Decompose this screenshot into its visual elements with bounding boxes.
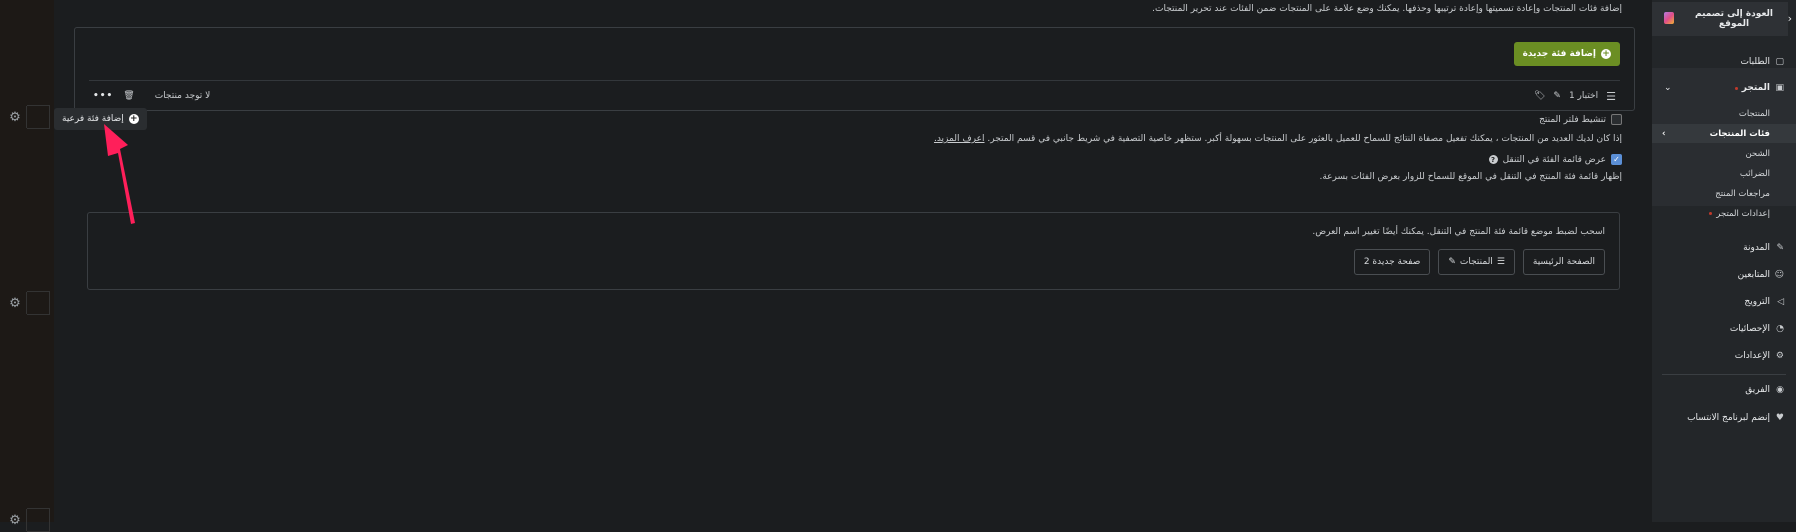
edit-pencil-icon[interactable]: ✎	[1553, 91, 1561, 101]
orders-icon: ▢	[1775, 57, 1784, 67]
back-to-site-design[interactable]: ‹ العودة إلى تصميم الموقع	[1652, 2, 1792, 36]
sidebar-item-store[interactable]: ▣ المتجر ⌄	[1652, 76, 1796, 100]
filter-checkbox[interactable]	[1611, 114, 1622, 125]
nav-menu-toggle[interactable]: ✓ عرض قائمة الفئة في التنقل ?	[1488, 154, 1622, 165]
intro-text: إضافة فئات المنتجات وإعادة تسميتها وإعاد…	[1152, 4, 1622, 14]
sidebar-item-followers[interactable]: ☺ المتابعين	[1652, 263, 1796, 287]
nav-menu-description: إظهار قائمة فئة المنتج في التنقل في المو…	[1319, 172, 1622, 182]
category-list-box: + إضافة فئة جديدة ☰ اختبار 1 ✎ 🏷 ••• 🗑 ل…	[74, 27, 1635, 111]
sidebar-sub-taxes[interactable]: الضرائب	[1652, 164, 1796, 183]
navigation-preview-box: اسحب لضبط موضع قائمة فئة المنتج في التنق…	[87, 212, 1620, 290]
stats-icon: ◔	[1776, 324, 1784, 334]
list-icon: ☰	[1496, 257, 1505, 267]
sidebar-item-affiliate[interactable]: ♥ إنضم لبرنامج الانتساب	[1652, 406, 1796, 430]
nav-help-text: اسحب لضبط موضع قائمة فئة المنتج في التنق…	[1312, 227, 1605, 237]
nav-item-new-page-2[interactable]: صفحة جديدة 2	[1353, 249, 1431, 275]
plus-circle-icon: +	[128, 114, 139, 124]
left-gutter: ⚙ ⚙ ⚙	[0, 0, 54, 532]
sidebar-sub-products[interactable]: المنتجات	[1652, 104, 1796, 123]
gear-icon[interactable]: ⚙	[4, 106, 27, 128]
settings-icon: ⚙	[1775, 351, 1784, 361]
drag-handle-icon[interactable]: ☰	[1606, 90, 1616, 103]
help-icon[interactable]: ?	[1488, 155, 1498, 164]
sidebar-item-stats[interactable]: ◔ الإحصائيات	[1652, 317, 1796, 341]
section-settings-tab[interactable]: ⚙	[0, 508, 54, 532]
sidebar-sub-reviews[interactable]: مراجعات المنتج	[1652, 184, 1796, 203]
main-panel: إضافة فئات المنتجات وإعادة تسميتها وإعاد…	[54, 0, 1652, 522]
sidebar-item-team[interactable]: ◉ الفريق	[1652, 378, 1796, 402]
gear-icon[interactable]: ⚙	[4, 509, 27, 531]
category-row[interactable]: ☰ اختبار 1 ✎ 🏷 ••• 🗑 لا توجد منتجات	[89, 80, 1620, 111]
status-dot	[1709, 212, 1713, 215]
edit-pencil-icon[interactable]: ✎	[1448, 257, 1456, 267]
nav-menu-label: عرض قائمة الفئة في التنقل	[1502, 154, 1606, 165]
section-settings-tab[interactable]: ⚙	[0, 291, 54, 315]
chevron-down-icon: ⌄	[1664, 83, 1672, 93]
filter-label: تنشيط فلتر المنتج	[1539, 114, 1606, 125]
status-dot	[1734, 86, 1738, 90]
blog-icon: ✎	[1776, 243, 1784, 253]
learn-more-link[interactable]: اعرف المزيد.	[934, 134, 985, 144]
nav-item-products[interactable]: ☰ المنتجات ✎	[1438, 249, 1515, 275]
no-products-text: لا توجد منتجات	[154, 91, 211, 101]
nav-item-home[interactable]: الصفحة الرئيسية	[1522, 249, 1605, 275]
more-options-icon[interactable]: •••	[93, 91, 113, 101]
sidebar-sub-shipping[interactable]: الشحن	[1652, 144, 1796, 163]
sidebar-item-settings[interactable]: ⚙ الإعدادات	[1652, 344, 1796, 368]
filter-description: إذا كان لديك العديد من المنتجات ، يمكنك …	[933, 134, 1622, 144]
megaphone-icon: ◁	[1777, 297, 1784, 307]
followers-icon: ☺	[1774, 270, 1784, 280]
nav-menu-checkbox[interactable]: ✓	[1611, 154, 1622, 165]
sidebar-item-blog[interactable]: ✎ المدونة	[1652, 236, 1796, 260]
gear-icon[interactable]: ⚙	[4, 292, 27, 314]
sidebar-sub-store-settings[interactable]: إعدادات المتجر	[1652, 204, 1796, 223]
chevron-left-icon: ‹	[1787, 12, 1792, 25]
sidebar: ‹ العودة إلى تصميم الموقع ▢ الطلبات ▣ ال…	[1652, 0, 1796, 522]
sidebar-sub-categories[interactable]: فئات المنتجات ›	[1652, 124, 1796, 143]
sidebar-item-promotion[interactable]: ◁ الترويج	[1652, 290, 1796, 314]
tag-icon[interactable]: 🏷	[1534, 91, 1545, 101]
sidebar-divider	[1662, 374, 1786, 375]
section-settings-tab[interactable]: ⚙	[0, 105, 54, 129]
category-name: اختبار 1	[1568, 91, 1599, 101]
app-badge-icon	[1664, 12, 1674, 24]
affiliate-icon: ♥	[1775, 413, 1784, 423]
filter-toggle[interactable]: تنشيط فلتر المنتج	[1539, 114, 1622, 125]
trash-icon[interactable]: 🗑	[123, 91, 134, 101]
plus-circle-icon: +	[1601, 49, 1611, 59]
store-icon: ▣	[1775, 83, 1784, 93]
add-subcategory-tooltip[interactable]: + إضافة فئة فرعية	[54, 108, 147, 130]
team-icon: ◉	[1776, 385, 1784, 395]
chevron-right-icon: ›	[1662, 128, 1666, 139]
add-category-button[interactable]: + إضافة فئة جديدة	[1513, 42, 1620, 66]
